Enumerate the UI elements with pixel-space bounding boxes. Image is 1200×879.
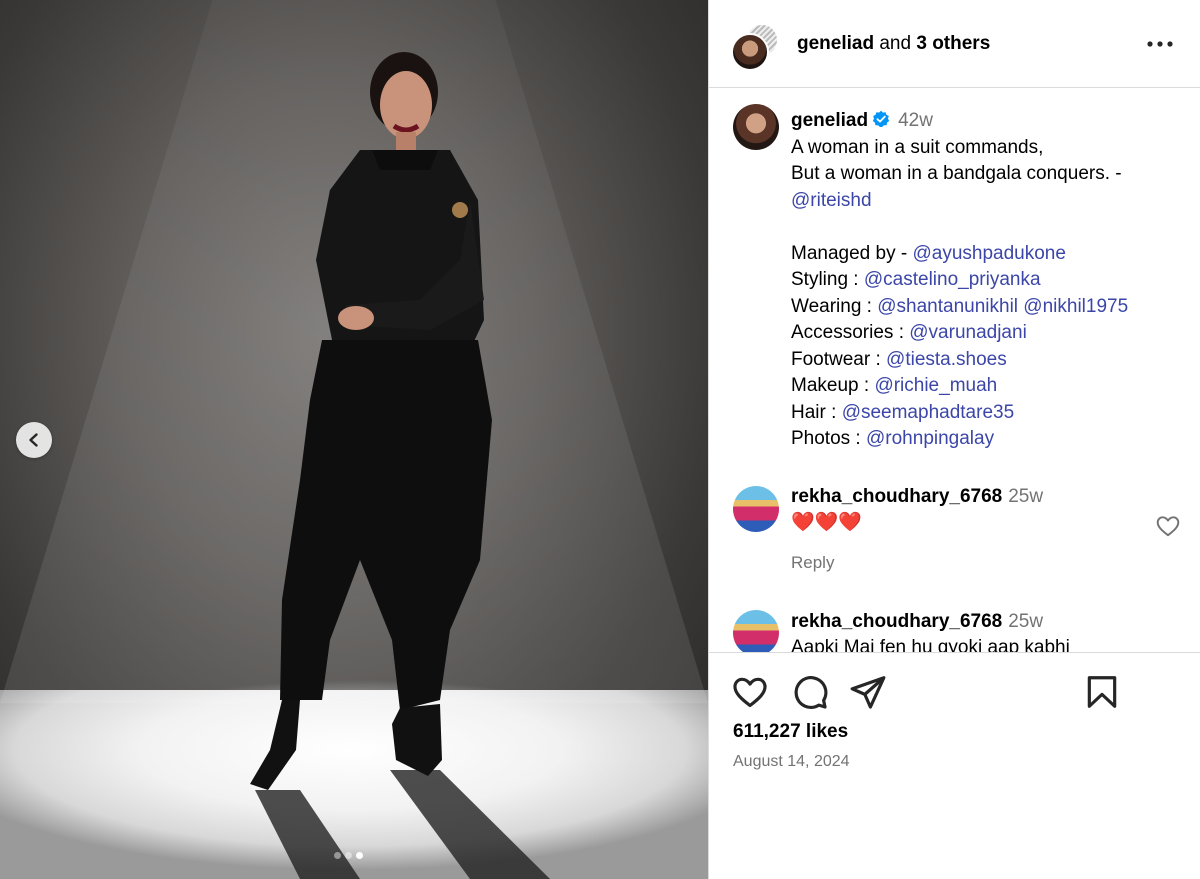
mention-link[interactable]: @castelino_priyanka: [864, 269, 1041, 290]
credit-label: Managed by -: [791, 242, 913, 264]
post-photo-figure: [250, 52, 550, 879]
post-header: geneliad and 3 others: [709, 0, 1200, 88]
post-media[interactable]: [0, 0, 708, 879]
credit-line: Accessories : @varunadjani: [791, 320, 1181, 347]
comment-time[interactable]: 25w: [1008, 486, 1043, 507]
caption-avatar[interactable]: [733, 104, 779, 150]
mention-link[interactable]: @riteishd: [791, 190, 872, 211]
mention-link[interactable]: @varunadjani: [909, 322, 1027, 343]
mention-link[interactable]: @shantanunikhil: [877, 296, 1018, 317]
credit-label: Footwear :: [791, 348, 887, 370]
comment-avatar[interactable]: [733, 610, 779, 652]
credit-line: Wearing : @shantanunikhil @nikhil1975: [791, 294, 1181, 321]
slide-indicator: [334, 852, 363, 859]
caption-time[interactable]: 42w: [898, 110, 933, 131]
collab-names: geneliad and 3 others: [797, 33, 990, 55]
chevron-left-icon: [29, 433, 38, 447]
owner-avatar: [731, 32, 769, 71]
credit-label: Photos :: [791, 428, 866, 449]
caption-line: But a woman in a bandgala conquers. -: [791, 163, 1122, 184]
more-icon: [1147, 41, 1173, 47]
post-actions: 611,227 likes August 14, 2024: [709, 652, 1200, 879]
likes-count[interactable]: 611,227 likes: [733, 721, 848, 743]
previous-slide-button[interactable]: [16, 422, 52, 458]
credit-line: Makeup : @richie_muah: [791, 373, 1181, 400]
credit-line: Footwear : @tiesta.shoes: [791, 347, 1181, 374]
credit-line: Managed by - @ayushpadukone: [791, 241, 1181, 268]
comment-time[interactable]: 25w: [1008, 611, 1043, 632]
bookmark-icon[interactable]: [1083, 673, 1121, 711]
post-date[interactable]: August 14, 2024: [733, 753, 850, 771]
comment-avatar[interactable]: [733, 486, 779, 532]
others-link[interactable]: 3 others: [916, 33, 990, 54]
mention-link[interactable]: @tiesta.shoes: [886, 349, 1007, 370]
comments-scroll-area[interactable]: geneliad 42w A woman in a suit commands, …: [709, 88, 1200, 652]
owner-username[interactable]: geneliad: [797, 33, 874, 54]
collab-avatars[interactable]: [731, 19, 785, 71]
mention-link[interactable]: @ayushpadukone: [912, 243, 1065, 264]
slide-dot: [345, 852, 352, 859]
comment: rekha_choudhary_6768 25w Aapki Mai fen hu…: [791, 609, 1151, 652]
caption-line: A woman in a suit commands,: [791, 136, 1044, 158]
comment-username[interactable]: rekha_choudhary_6768: [791, 611, 1002, 632]
mention-link[interactable]: @richie_muah: [874, 375, 997, 396]
mention-link[interactable]: @nikhil1975: [1023, 296, 1128, 317]
caption-username[interactable]: geneliad: [791, 110, 868, 131]
post-caption: geneliad 42w A woman in a suit commands, …: [791, 108, 1181, 453]
comment-text: Aapki Mai fen hu qyoki aap kabhi: [791, 637, 1070, 652]
reply-button[interactable]: Reply: [791, 550, 1151, 576]
credit-label: Hair :: [791, 401, 842, 423]
slide-dot-active: [356, 852, 363, 859]
slide-dot: [334, 852, 341, 859]
verified-icon: [872, 110, 890, 127]
credit-label: Styling :: [791, 269, 864, 290]
and-text: and: [879, 32, 912, 54]
comment: rekha_choudhary_6768 25w ❤️❤️❤️ Reply: [791, 484, 1151, 576]
credit-line: Hair : @seemaphadtare35: [791, 400, 1181, 427]
comment-username[interactable]: rekha_choudhary_6768: [791, 486, 1002, 507]
comment-icon[interactable]: [791, 673, 829, 711]
credit-line: Photos : @rohnpingalay: [791, 426, 1181, 453]
credit-label: Accessories :: [791, 322, 910, 343]
post-sidebar: geneliad and 3 others geneliad 42w A woma…: [708, 0, 1200, 879]
credit-line: Styling : @castelino_priyanka: [791, 267, 1181, 294]
credit-label: Makeup :: [791, 375, 875, 396]
heart-icon[interactable]: [731, 673, 769, 711]
mention-link[interactable]: @rohnpingalay: [866, 428, 994, 449]
credit-label: Wearing :: [791, 295, 878, 317]
mention-link[interactable]: @seemaphadtare35: [842, 402, 1014, 423]
share-icon[interactable]: [849, 673, 887, 711]
more-options-button[interactable]: [1145, 30, 1175, 58]
comment-text: ❤️❤️❤️: [791, 512, 862, 533]
like-comment-heart-icon[interactable]: [1155, 513, 1181, 539]
